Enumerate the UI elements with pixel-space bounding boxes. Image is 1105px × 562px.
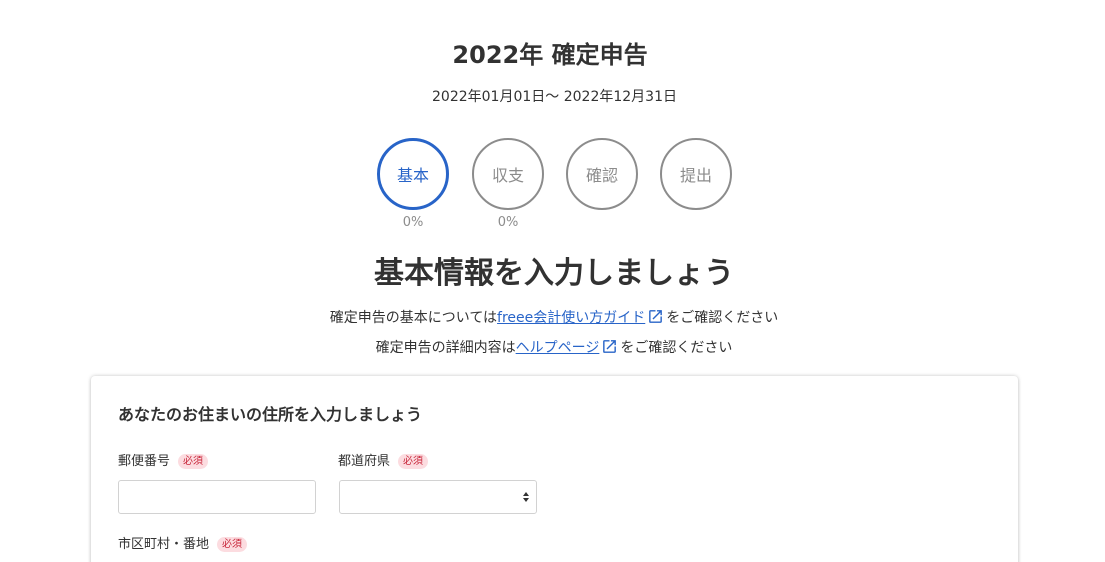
step-basic[interactable]: 基本 0% xyxy=(377,138,449,231)
step-income-expense-progress: 0% xyxy=(497,215,519,230)
guide-line-help: 確定申告の詳細内容はヘルプページ をご確認ください xyxy=(0,338,1105,361)
external-link-icon[interactable] xyxy=(647,308,664,331)
guide-usage-prefix: 確定申告の基本については xyxy=(329,310,498,326)
step-progress: 基本 0% 収支 0% 確認 提出 xyxy=(377,138,737,238)
freee-guide-link[interactable]: freee会計使い方ガイド xyxy=(497,310,645,326)
postal-code-label-text: 郵便番号 xyxy=(118,454,171,469)
step-confirm[interactable]: 確認 xyxy=(566,138,638,210)
required-badge: 必須 xyxy=(217,537,248,552)
prefecture-label-text: 都道府県 xyxy=(338,454,391,469)
guide-help-suffix: をご確認ください xyxy=(620,340,733,356)
tax-return-page: 2022年 確定申告 2022年01月01日～ 2022年12月31日 基本 0… xyxy=(0,0,1105,562)
city-label-text: 市区町村・番地 xyxy=(118,537,210,552)
step-confirm-circle[interactable]: 確認 xyxy=(566,138,638,210)
guide-usage-suffix: をご確認ください xyxy=(666,310,779,326)
step-submit[interactable]: 提出 xyxy=(660,138,732,210)
guide-line-usage: 確定申告の基本についてはfreee会計使い方ガイド をご確認ください xyxy=(0,308,1105,331)
page-title: 2022年 確定申告 xyxy=(452,41,648,69)
fiscal-period: 2022年01月01日～ 2022年12月31日 xyxy=(432,89,677,105)
address-form-title: あなたのお住まいの住所を入力しましょう xyxy=(118,405,423,424)
guide-help-prefix: 確定申告の詳細内容は xyxy=(375,340,516,356)
step-income-expense-circle[interactable]: 収支 xyxy=(472,138,544,210)
prefecture-select[interactable] xyxy=(339,480,537,514)
step-income-expense[interactable]: 収支 0% xyxy=(472,138,544,231)
help-page-link[interactable]: ヘルプページ xyxy=(516,340,600,356)
required-badge: 必須 xyxy=(178,454,209,469)
address-form-card: あなたのお住まいの住所を入力しましょう 郵便番号 必須 都道府県 必須 市区町村・番… xyxy=(91,376,1018,562)
postal-code-input[interactable] xyxy=(118,480,316,514)
section-heading: 基本情報を入力しましょう xyxy=(374,256,734,291)
required-badge: 必須 xyxy=(398,454,429,469)
step-submit-circle[interactable]: 提出 xyxy=(660,138,732,210)
step-basic-circle[interactable]: 基本 xyxy=(377,138,449,210)
prefecture-label: 都道府県 必須 xyxy=(338,453,429,471)
external-link-icon[interactable] xyxy=(601,338,618,361)
select-arrows-icon xyxy=(523,492,529,502)
step-basic-progress: 0% xyxy=(402,215,424,230)
postal-code-label: 郵便番号 必須 xyxy=(118,453,209,471)
city-label: 市区町村・番地 必須 xyxy=(118,536,248,554)
